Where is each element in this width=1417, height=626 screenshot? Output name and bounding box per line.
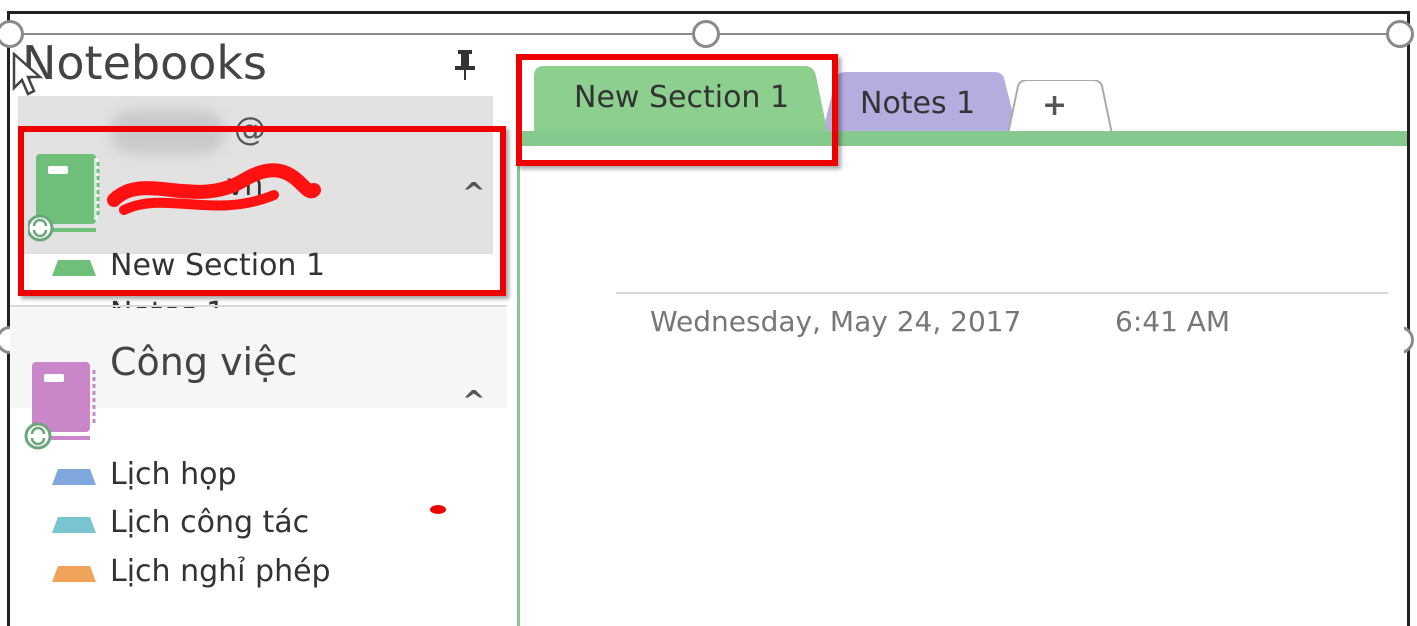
resize-handle-top[interactable]	[692, 20, 720, 48]
pin-icon[interactable]	[452, 48, 478, 82]
sidebar-section-lich-nghi-phep[interactable]: Lịch nghỉ phép	[52, 554, 452, 594]
page-title-input[interactable]	[616, 292, 1388, 294]
page-canvas[interactable]	[520, 146, 1404, 626]
section-label: Lịch nghỉ phép	[110, 554, 331, 589]
section-tab-icon	[52, 566, 96, 582]
collapse-chevron-icon[interactable]: ^	[462, 384, 485, 417]
sidebar-section-lich-cong-tac[interactable]: Lịch công tác	[52, 505, 452, 545]
sidebar-section-lich-hop[interactable]: Lịch họp	[52, 457, 452, 497]
annotation-box-notebook	[18, 126, 506, 296]
add-section-button[interactable]: +	[1042, 88, 1067, 123]
notebook-title: Công việc	[110, 340, 298, 384]
notebook-divider	[10, 305, 507, 307]
page-time: 6:41 AM	[1115, 305, 1231, 338]
section-tab-icon	[52, 469, 96, 485]
red-mark	[430, 505, 446, 514]
annotation-box-tab	[516, 54, 838, 166]
resize-handle-top-right[interactable]	[1386, 20, 1414, 48]
mouse-pointer-icon	[12, 52, 44, 96]
section-tab-icon	[52, 517, 96, 533]
page-date: Wednesday, May 24, 2017	[650, 305, 1022, 338]
section-label: Lịch công tác	[110, 505, 310, 540]
section-label: Lịch họp	[110, 457, 237, 492]
tab-notes-1[interactable]: Notes 1	[860, 86, 975, 121]
notebooks-title: Notebooks	[22, 36, 267, 90]
notebook-purple-icon	[24, 362, 96, 450]
